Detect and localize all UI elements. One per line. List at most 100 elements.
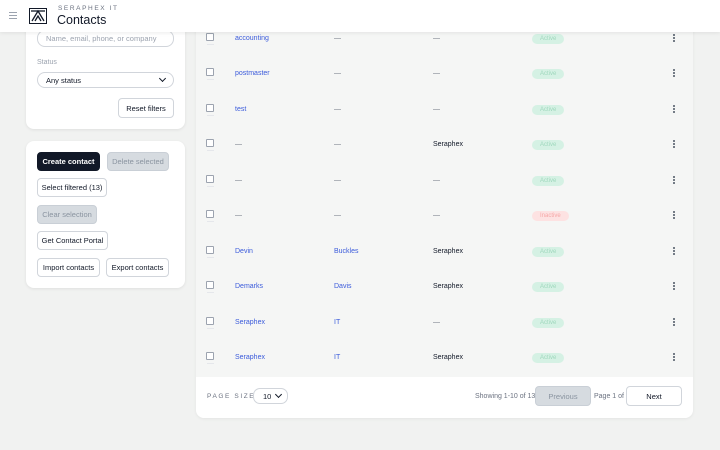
table-row[interactable]: — — — Active — [196, 164, 693, 200]
last-name-cell[interactable]: IT — [334, 354, 340, 361]
status-badge: Active — [532, 175, 565, 186]
checkbox-underline — [207, 79, 214, 80]
more-options-icon[interactable] — [673, 33, 675, 43]
more-options-icon[interactable] — [673, 140, 675, 149]
last-name-cell: — — [334, 105, 341, 113]
table-row[interactable]: Seraphex IT — Active — [196, 306, 693, 342]
import-contacts-button[interactable]: Import contacts — [37, 258, 100, 277]
last-name-cell[interactable]: Buckles — [334, 248, 359, 255]
first-name-cell[interactable]: Devin — [235, 248, 253, 255]
company-cell: — — [433, 176, 440, 184]
status-badge: Active — [532, 282, 565, 292]
first-name-cell[interactable]: postmaster — [235, 70, 270, 77]
page-size-value: 10 — [263, 391, 272, 401]
company-cell: — — [433, 105, 440, 113]
company-cell: — — [433, 70, 440, 77]
last-name-cell: — — [334, 212, 341, 219]
page-indicator: Page 1 of 2 — [594, 393, 630, 400]
checkbox-underline — [207, 185, 214, 187]
delete-selected-button[interactable]: Delete selected — [107, 152, 169, 171]
checkbox-underline — [207, 363, 214, 364]
status-badge: Active — [532, 104, 565, 115]
clear-selection-button[interactable]: Clear selection — [37, 205, 97, 224]
row-checkbox[interactable] — [206, 32, 214, 41]
checkbox-underline — [207, 292, 214, 293]
table-row[interactable]: Devin Buckles Seraphex Active — [196, 235, 693, 271]
page-title: Contacts — [57, 13, 107, 27]
first-name-cell[interactable]: Demarks — [235, 283, 263, 290]
get-contact-portal-button[interactable]: Get Contact Portal — [37, 231, 108, 250]
seraphex-logo[interactable] — [29, 8, 47, 24]
more-options-icon[interactable] — [673, 211, 675, 220]
showing-count: Showing 1-10 of 13 — [475, 393, 536, 400]
first-name-cell[interactable]: Seraphex — [235, 319, 265, 326]
status-badge: Active — [532, 140, 565, 150]
row-checkbox[interactable] — [206, 68, 214, 76]
table-row[interactable]: test — — Active — [196, 93, 693, 129]
row-checkbox[interactable] — [206, 316, 214, 325]
chevron-down-icon — [274, 390, 283, 399]
reset-filters-button[interactable]: Reset filters — [118, 98, 174, 118]
checkbox-underline — [207, 221, 214, 222]
company-cell: — — [433, 318, 440, 326]
status-badge: Active — [532, 69, 565, 79]
company-cell: Seraphex — [433, 283, 463, 290]
more-options-icon[interactable] — [673, 69, 675, 78]
last-name-cell: — — [334, 176, 341, 184]
row-checkbox[interactable] — [206, 174, 214, 183]
checkbox-underline — [207, 327, 214, 329]
hamburger-menu-icon[interactable] — [9, 12, 17, 20]
first-name-cell: — — [235, 141, 242, 148]
export-contacts-button[interactable]: Export contacts — [106, 258, 169, 277]
row-checkbox[interactable] — [206, 139, 214, 147]
checkbox-underline — [207, 256, 214, 258]
status-select-value: Any status — [46, 75, 82, 85]
more-options-icon[interactable] — [673, 353, 675, 362]
company-cell: — — [433, 212, 440, 219]
company-cell: Seraphex — [433, 247, 463, 255]
last-name-cell: — — [334, 70, 341, 77]
row-checkbox[interactable] — [206, 210, 214, 218]
last-name-cell: — — [334, 34, 341, 42]
select-filtered-button[interactable]: Select filtered (13) — [37, 178, 107, 197]
status-badge: Active — [532, 353, 565, 363]
chevron-down-icon — [158, 74, 167, 83]
page-size-select[interactable]: 10 — [253, 388, 288, 404]
first-name-cell[interactable]: Seraphex — [235, 354, 265, 361]
next-page-button[interactable]: Next — [626, 386, 682, 406]
brand-subtitle: SERAPHEX IT — [58, 5, 119, 12]
checkbox-underline — [207, 43, 214, 45]
create-contact-button[interactable]: Create contact — [37, 152, 100, 171]
last-name-cell[interactable]: IT — [334, 319, 340, 326]
table-row[interactable]: postmaster — — Active — [196, 57, 693, 93]
table-row[interactable]: Seraphex IT Seraphex Active — [196, 341, 693, 377]
row-checkbox[interactable] — [206, 103, 214, 112]
more-options-icon[interactable] — [673, 246, 675, 256]
checkbox-underline — [207, 150, 214, 151]
row-checkbox[interactable] — [206, 352, 214, 360]
filter-card: Status Any status Reset filters — [26, 18, 185, 129]
row-checkbox[interactable] — [206, 281, 214, 289]
row-checkbox[interactable] — [206, 245, 214, 254]
table-row[interactable]: — — Seraphex Active — [196, 128, 693, 164]
table-row[interactable]: Demarks Davis Seraphex Active — [196, 270, 693, 306]
status-select[interactable]: Any status — [37, 72, 174, 88]
table-row[interactable]: — — — Inactive — [196, 199, 693, 235]
more-options-icon[interactable] — [673, 317, 675, 327]
checkbox-underline — [207, 114, 214, 116]
more-options-icon[interactable] — [673, 282, 675, 291]
first-name-cell[interactable]: accounting — [235, 35, 269, 42]
more-options-icon[interactable] — [673, 104, 675, 114]
last-name-cell[interactable]: Davis — [334, 283, 352, 290]
status-label: Status — [37, 59, 57, 66]
status-badge: Inactive — [532, 211, 569, 221]
previous-page-button[interactable]: Previous — [535, 386, 591, 406]
status-badge: Active — [532, 33, 565, 44]
more-options-icon[interactable] — [673, 175, 675, 185]
page-size-label: PAGE SIZE — [207, 393, 256, 400]
search-input[interactable] — [37, 30, 174, 47]
first-name-cell: — — [235, 212, 242, 219]
first-name-cell[interactable]: test — [235, 106, 246, 113]
company-cell: — — [433, 34, 440, 42]
contacts-table: accounting — — Active postmaster — — Active test… — [196, 18, 693, 418]
